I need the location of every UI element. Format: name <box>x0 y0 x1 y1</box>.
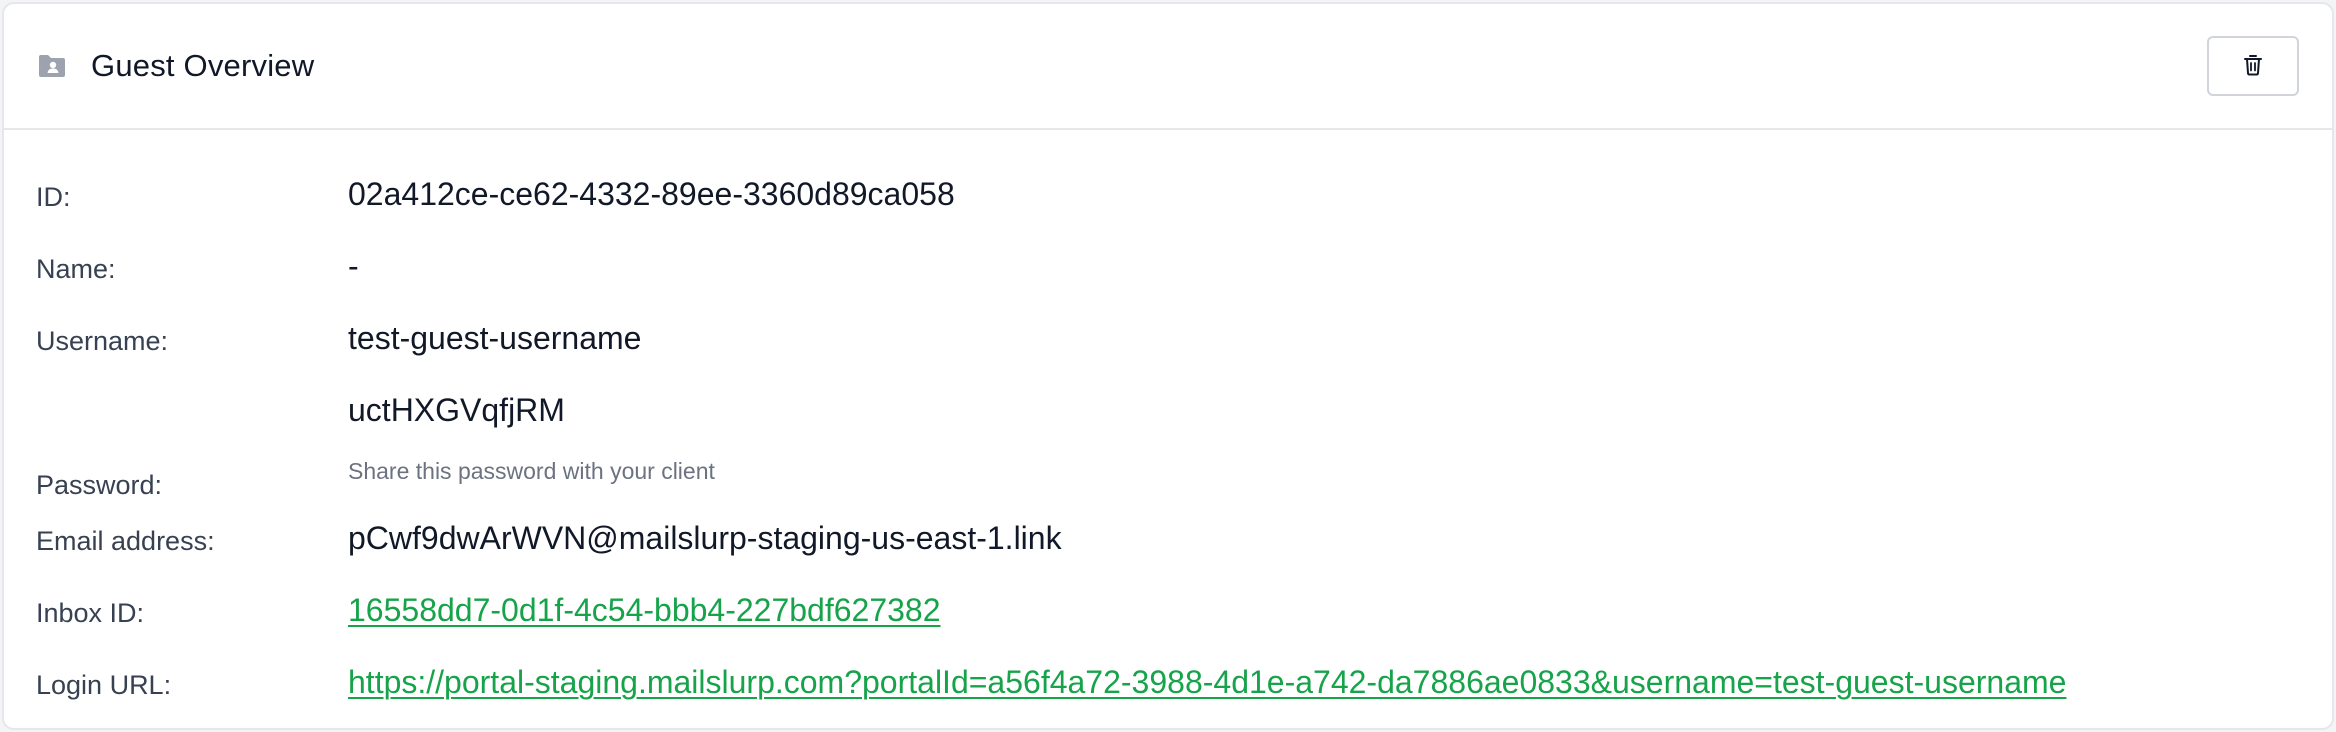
field-label: Username: <box>36 326 169 356</box>
guest-id-value: 02a412ce-ce62-4332-89ee-3360d89ca058 <box>348 176 955 212</box>
guest-password-value: uctHXGVqfjRM <box>348 392 565 428</box>
guest-name-value: - <box>348 248 359 284</box>
login-url-link[interactable]: https://portal-staging.mailslurp.com?por… <box>348 664 2066 701</box>
inbox-id-link[interactable]: 16558dd7-0d1f-4c54-bbb4-227bdf627382 <box>348 592 941 629</box>
delete-button[interactable] <box>2207 36 2299 96</box>
guest-overview-card: Guest Overview ID: 02a412ce-ce62-4332-89… <box>2 2 2334 730</box>
guest-email-value: pCwf9dwArWVN@mailslurp-staging-us-east-1… <box>348 520 1062 556</box>
trash-icon <box>2243 54 2263 79</box>
field-label: Login URL: <box>36 670 172 700</box>
field-label: Email address: <box>36 526 215 556</box>
field-label: Password: <box>36 470 163 500</box>
field-label: Inbox ID: <box>36 598 145 628</box>
page-title: Guest Overview <box>91 48 315 83</box>
field-label: ID: <box>36 182 71 212</box>
folder-user-icon <box>37 53 67 79</box>
field-label: Name: <box>36 254 116 284</box>
password-hint: Share this password with your client <box>348 458 715 484</box>
card-header: Guest Overview <box>4 4 2332 130</box>
guest-username-value: test-guest-username <box>348 320 642 356</box>
